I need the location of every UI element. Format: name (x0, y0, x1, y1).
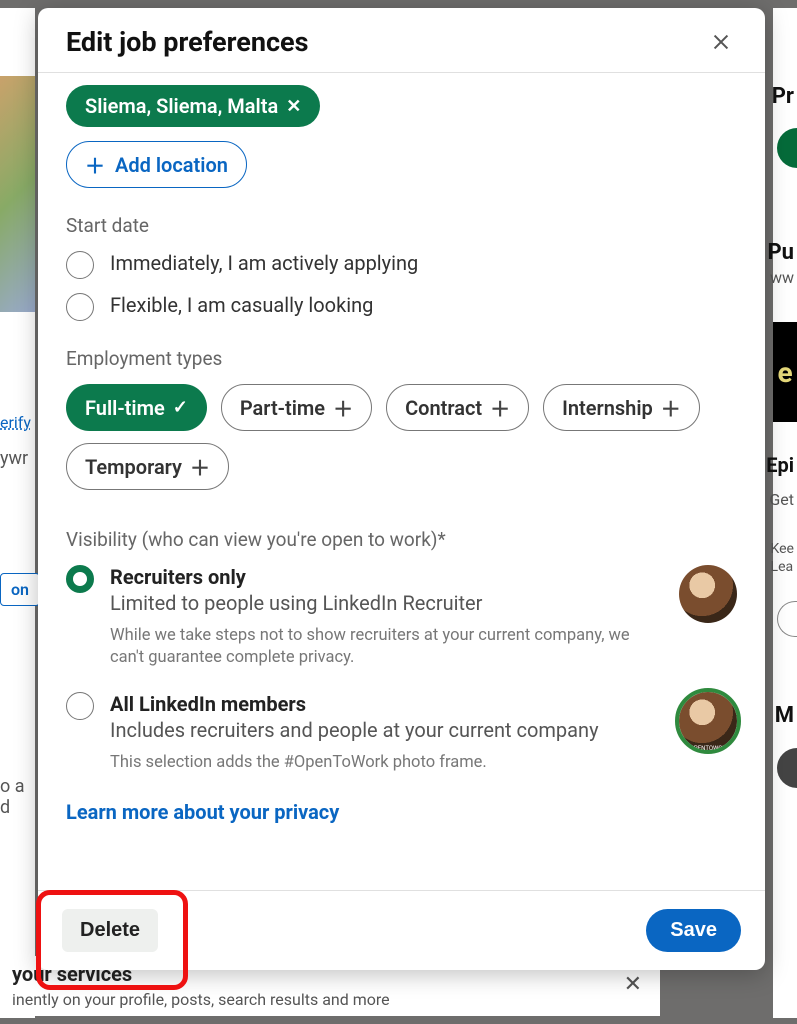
close-icon (710, 31, 732, 53)
bg-epi-text: Epi (766, 453, 794, 477)
bg-ww-text: ww (770, 268, 794, 287)
bg-get-text: Get (769, 490, 794, 509)
bg-ywr-text: ywr (0, 448, 28, 469)
bg-pr-text: Pr (772, 84, 794, 109)
modal-title: Edit job preferences (66, 26, 309, 58)
avatar-preview (679, 565, 737, 623)
plus-icon: ＋ (490, 393, 510, 422)
radio-icon[interactable] (66, 251, 94, 279)
services-sub: inently on your profile, posts, search r… (12, 990, 648, 1009)
visibility-option-all-members[interactable]: All LinkedIn members Includes recruiters… (66, 692, 737, 774)
bg-green-circle (777, 128, 797, 168)
visibility-option-desc: Includes recruiters and people at your c… (110, 718, 663, 742)
bg-black-letter: e (777, 356, 792, 389)
background-left-panel: erify ywr on o a d (0, 8, 35, 1018)
background-right-panel: Pr Pu ww e Epi Get Kee Lea M (773, 8, 797, 1018)
visibility-label: Visibility (who can view you're open to … (66, 528, 737, 551)
visibility-option-note: While we take steps not to show recruite… (110, 625, 663, 670)
visibility-option-note: This selection adds the #OpenToWork phot… (110, 752, 663, 774)
radio-icon[interactable] (66, 293, 94, 321)
avatar-preview-open-to-work (679, 692, 737, 750)
visibility-option-desc: Limited to people using LinkedIn Recruit… (110, 591, 663, 615)
plus-icon: ＋ (190, 452, 210, 481)
close-button[interactable] (705, 26, 737, 58)
delete-button[interactable]: Delete (62, 909, 158, 952)
radio-icon[interactable] (66, 565, 94, 593)
employment-chip-temporary[interactable]: Temporary ＋ (66, 443, 229, 490)
employment-chip-label: Contract (405, 396, 482, 420)
start-date-option-label: Flexible, I am casually looking (110, 293, 373, 317)
employment-chip-contract[interactable]: Contract ＋ (386, 384, 529, 431)
services-close-icon[interactable]: ✕ (624, 972, 642, 997)
employment-chip-internship[interactable]: Internship ＋ (543, 384, 700, 431)
start-date-option-label: Immediately, I am actively applying (110, 251, 418, 275)
add-location-button[interactable]: ＋ Add location (66, 141, 247, 188)
visibility-option-recruiters-only[interactable]: Recruiters only Limited to people using … (66, 565, 737, 670)
bg-pu-text: Pu (767, 240, 794, 265)
locations-row: Sliema, Sliema, Malta ✕ (66, 85, 737, 127)
location-chip-label: Sliema, Sliema, Malta (85, 94, 278, 118)
visibility-option-title: All LinkedIn members (110, 692, 663, 716)
check-icon: ✓ (173, 397, 188, 418)
add-location-row: ＋ Add location (66, 141, 737, 188)
add-location-label: Add location (115, 153, 228, 177)
employment-types-label: Employment types (66, 347, 737, 370)
employment-chip-full-time[interactable]: Full-time ✓ (66, 384, 207, 431)
plus-icon: ＋ (85, 150, 105, 179)
bg-gray-circle (777, 748, 797, 788)
plus-icon: ＋ (333, 393, 353, 422)
employment-types-row: Full-time ✓ Part-time ＋ Contract ＋ Inter… (66, 384, 737, 490)
employment-chip-label: Full-time (85, 396, 165, 420)
plus-icon: ＋ (661, 393, 681, 422)
modal-body[interactable]: Sliema, Sliema, Malta ✕ ＋ Add location S… (38, 73, 765, 890)
bg-kee-text: Kee Lea (771, 540, 794, 576)
visibility-option-content: All LinkedIn members Includes recruiters… (110, 692, 663, 774)
bg-black-box: e (773, 322, 797, 422)
profile-photo-fragment (0, 76, 35, 312)
employment-chip-label: Internship (562, 396, 653, 420)
visibility-option-title: Recruiters only (110, 565, 663, 589)
bg-m-text: M (775, 703, 794, 728)
start-date-option-flexible[interactable]: Flexible, I am casually looking (66, 293, 737, 321)
employment-chip-part-time[interactable]: Part-time ＋ (221, 384, 372, 431)
employment-chip-label: Temporary (85, 455, 182, 479)
start-date-option-immediately[interactable]: Immediately, I am actively applying (66, 251, 737, 279)
bg-oad-text: o a d (0, 776, 35, 818)
modal-footer: Delete Save (38, 890, 765, 970)
location-chip-sliema[interactable]: Sliema, Sliema, Malta ✕ (66, 85, 320, 127)
visibility-option-content: Recruiters only Limited to people using … (110, 565, 663, 670)
radio-icon[interactable] (66, 692, 94, 720)
start-date-label: Start date (66, 214, 737, 237)
bg-verify-text: erify (0, 413, 31, 432)
remove-icon[interactable]: ✕ (286, 96, 301, 117)
edit-job-preferences-modal: Edit job preferences Sliema, Sliema, Mal… (38, 8, 765, 970)
employment-chip-label: Part-time (240, 396, 325, 420)
modal-header: Edit job preferences (38, 8, 765, 73)
bg-outline-button-fragment (777, 601, 797, 637)
privacy-link[interactable]: Learn more about your privacy (66, 800, 339, 824)
bg-on-button: on (0, 573, 40, 606)
save-button[interactable]: Save (646, 909, 741, 952)
